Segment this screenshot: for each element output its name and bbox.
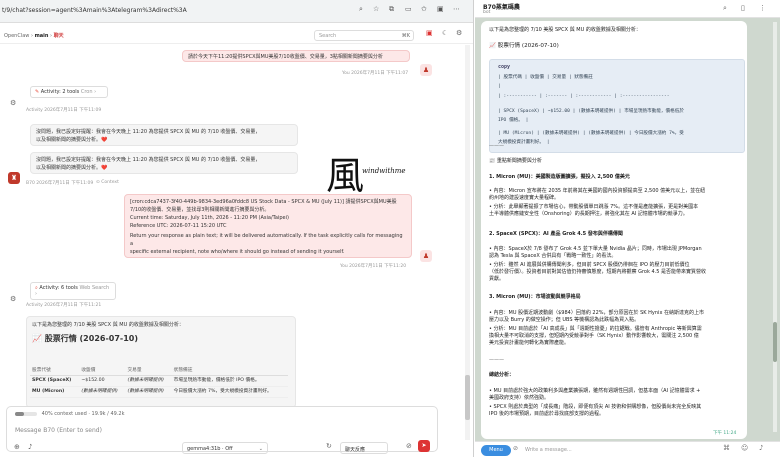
user-avatar: ♟ bbox=[420, 64, 432, 76]
message-meta: You 2026年7月11日 下午11:20 bbox=[340, 264, 407, 269]
model-select[interactable]: gemma4:31b · Off ⌄ bbox=[182, 442, 268, 454]
activity-meta: Activity 2026年7月11日 下午11:21 bbox=[26, 303, 102, 308]
message-meta: You 2026年7月11日 下午11:07 bbox=[342, 71, 409, 76]
activity-chip[interactable]: ⌕ Activity: 6 tools Web Search › bbox=[30, 282, 116, 300]
stock-table: 股票代號 收盤價 交易量 狀態備註 SPCX (SpaceX) ~$152.00… bbox=[30, 365, 288, 398]
gear-icon: ⚙ bbox=[10, 295, 17, 303]
code-copy-label[interactable]: copy bbox=[498, 64, 510, 70]
more-menu-icon[interactable]: ⋯ bbox=[453, 6, 460, 13]
cron-message: [cron:cdca7437-3f40-449b-9834-3ed96a0fdd… bbox=[124, 194, 412, 258]
columns-icon[interactable]: ▯ bbox=[741, 5, 745, 12]
assistant-meta: B70 2026年7月11日 下午11:09 bbox=[26, 181, 94, 186]
chat-scrollbar[interactable] bbox=[465, 45, 470, 440]
message-input[interactable]: Message B70 (Enter to send) bbox=[15, 427, 102, 434]
chevron-down-icon: ⌄ bbox=[258, 446, 263, 452]
chat-status: bot bbox=[483, 10, 491, 15]
gear-icon: ⚙ bbox=[10, 99, 17, 107]
activity-chip[interactable]: ✎ Activity: 2 tools Cron › bbox=[30, 86, 108, 98]
breadcrumb-main[interactable]: main bbox=[35, 33, 49, 39]
refresh-icon[interactable]: ↻ bbox=[326, 443, 332, 450]
app-header: OpenClaw › main › 聊天 Search ⌘K ▣ ☾ ⚙ bbox=[0, 26, 473, 44]
browser-address-bar[interactable]: t/9/chat?session=agent%3Amain%3Atelegram… bbox=[0, 0, 473, 23]
assistant-message: 沒問題，我已設定好提醒：我會在今天晚上 11:20 為您提供 SPCX 與 MU… bbox=[30, 152, 298, 174]
send-button[interactable]: ➤ bbox=[418, 440, 430, 452]
message-time: 下午 11:24 bbox=[713, 431, 737, 436]
activity-meta: Activity 2026年7月11日 下午11:09 bbox=[26, 108, 102, 113]
reaction-button[interactable]: 聊天反應 bbox=[340, 442, 388, 454]
context-usage: 40% context used · 19.9k / 49.2k bbox=[15, 411, 124, 417]
table-row: MU (Micron) (數據未明確提供) (數據未明確提供) 今日股價大漲約 … bbox=[30, 386, 288, 398]
code-block[interactable]: copy | 股票代碼 | 收盤價 | 交易量 | 狀態備註 | | :----… bbox=[489, 59, 745, 153]
user-message: 請於今天下午11:20提供SPCX與MU美股7/10收盤價、交易量，3點相關新聞… bbox=[182, 50, 410, 62]
mic-icon[interactable]: ♪ bbox=[759, 445, 763, 452]
assistant-message: 沒問題，我已設定好提醒：我會在今天晚上 11:20 為您提供 SPCX 與 MU… bbox=[30, 124, 298, 146]
context-link[interactable]: ⊙ Context bbox=[96, 180, 119, 185]
chat-scrollbar[interactable] bbox=[773, 22, 777, 432]
watermark-text: windwithme bbox=[362, 167, 406, 175]
scrollbar-thumb[interactable] bbox=[773, 322, 777, 362]
telegram-window: B70蒸氣碼農 bot ⌕ ▯ ⋮ 以下是為您整理的 7/10 美股 SPCX … bbox=[475, 0, 780, 457]
moon-icon[interactable]: ☾ bbox=[442, 30, 448, 37]
user-avatar: ♟ bbox=[420, 250, 432, 262]
attach-icon[interactable]: ⊘ bbox=[513, 446, 518, 452]
favorites-icon[interactable]: ✩ bbox=[421, 6, 427, 13]
extensions-icon[interactable]: ⧉ bbox=[389, 6, 394, 13]
emoji-icon[interactable]: ☺ bbox=[741, 445, 748, 452]
breadcrumb: OpenClaw › main › 聊天 bbox=[4, 33, 64, 39]
bot-message: 以下是為您整理的 7/10 美股 SPCX 與 MU 的收盤數據及相關分析： 📈… bbox=[481, 21, 747, 439]
settings-icon[interactable]: ⚙ bbox=[456, 30, 462, 37]
menu-button[interactable]: Menu bbox=[481, 445, 511, 456]
collections-icon[interactable]: ▣ bbox=[437, 6, 444, 13]
split-view-icon[interactable]: ▭ bbox=[405, 6, 412, 13]
message-composer: Menu ⊘ Write a message... ⌘ ☺ ♪ bbox=[475, 441, 780, 457]
section-heading: 📈 股票行情 (2026-07-10) bbox=[489, 43, 559, 49]
monitor-icon[interactable]: ▣ bbox=[426, 30, 433, 37]
more-icon[interactable]: ⋮ bbox=[759, 5, 766, 12]
breadcrumb-app[interactable]: OpenClaw bbox=[4, 33, 29, 39]
command-icon[interactable]: ⌘ bbox=[723, 445, 730, 452]
tool-icon: ✎ bbox=[35, 89, 40, 95]
mic-icon[interactable]: ♪ bbox=[28, 444, 32, 451]
bot-avatar: ♜ bbox=[8, 172, 20, 184]
search-icon[interactable]: ⌕ bbox=[723, 5, 727, 12]
bookmark-star-icon[interactable]: ☆ bbox=[373, 6, 379, 13]
chat-header: B70蒸氣碼農 bot ⌕ ▯ ⋮ bbox=[475, 0, 780, 18]
openclaw-window: t/9/chat?session=agent%3Amain%3Atelegram… bbox=[0, 0, 474, 457]
address-url[interactable]: t/9/chat?session=agent%3Amain%3Atelegram… bbox=[2, 7, 187, 14]
table-row: SPCX (SpaceX) ~$152.00 (數據未明確提供) 市場呈現熱市動… bbox=[30, 375, 288, 387]
watermark-glyph: 風 bbox=[326, 154, 365, 198]
stop-icon[interactable]: ⊘ bbox=[406, 443, 412, 450]
watermark: 風 windwithme bbox=[326, 147, 436, 198]
search-shortcut: ⌘K bbox=[401, 33, 410, 39]
search-placeholder: Search bbox=[319, 33, 337, 39]
scrollbar-thumb[interactable] bbox=[465, 375, 470, 420]
breadcrumb-chat[interactable]: 聊天 bbox=[54, 33, 64, 39]
zoom-icon[interactable]: ⌕ bbox=[359, 6, 363, 13]
context-bar bbox=[15, 411, 37, 416]
message-input[interactable]: Write a message... bbox=[525, 447, 572, 453]
news-heading: 📰 重點新聞摘要與分析 bbox=[489, 158, 542, 164]
context-icon: ⊙ bbox=[96, 180, 100, 185]
search-box[interactable]: Search ⌘K bbox=[314, 30, 414, 41]
report-heading: 📈 股票行情 (2026-07-10) bbox=[32, 334, 139, 343]
attach-icon[interactable]: ⊕ bbox=[14, 444, 20, 451]
